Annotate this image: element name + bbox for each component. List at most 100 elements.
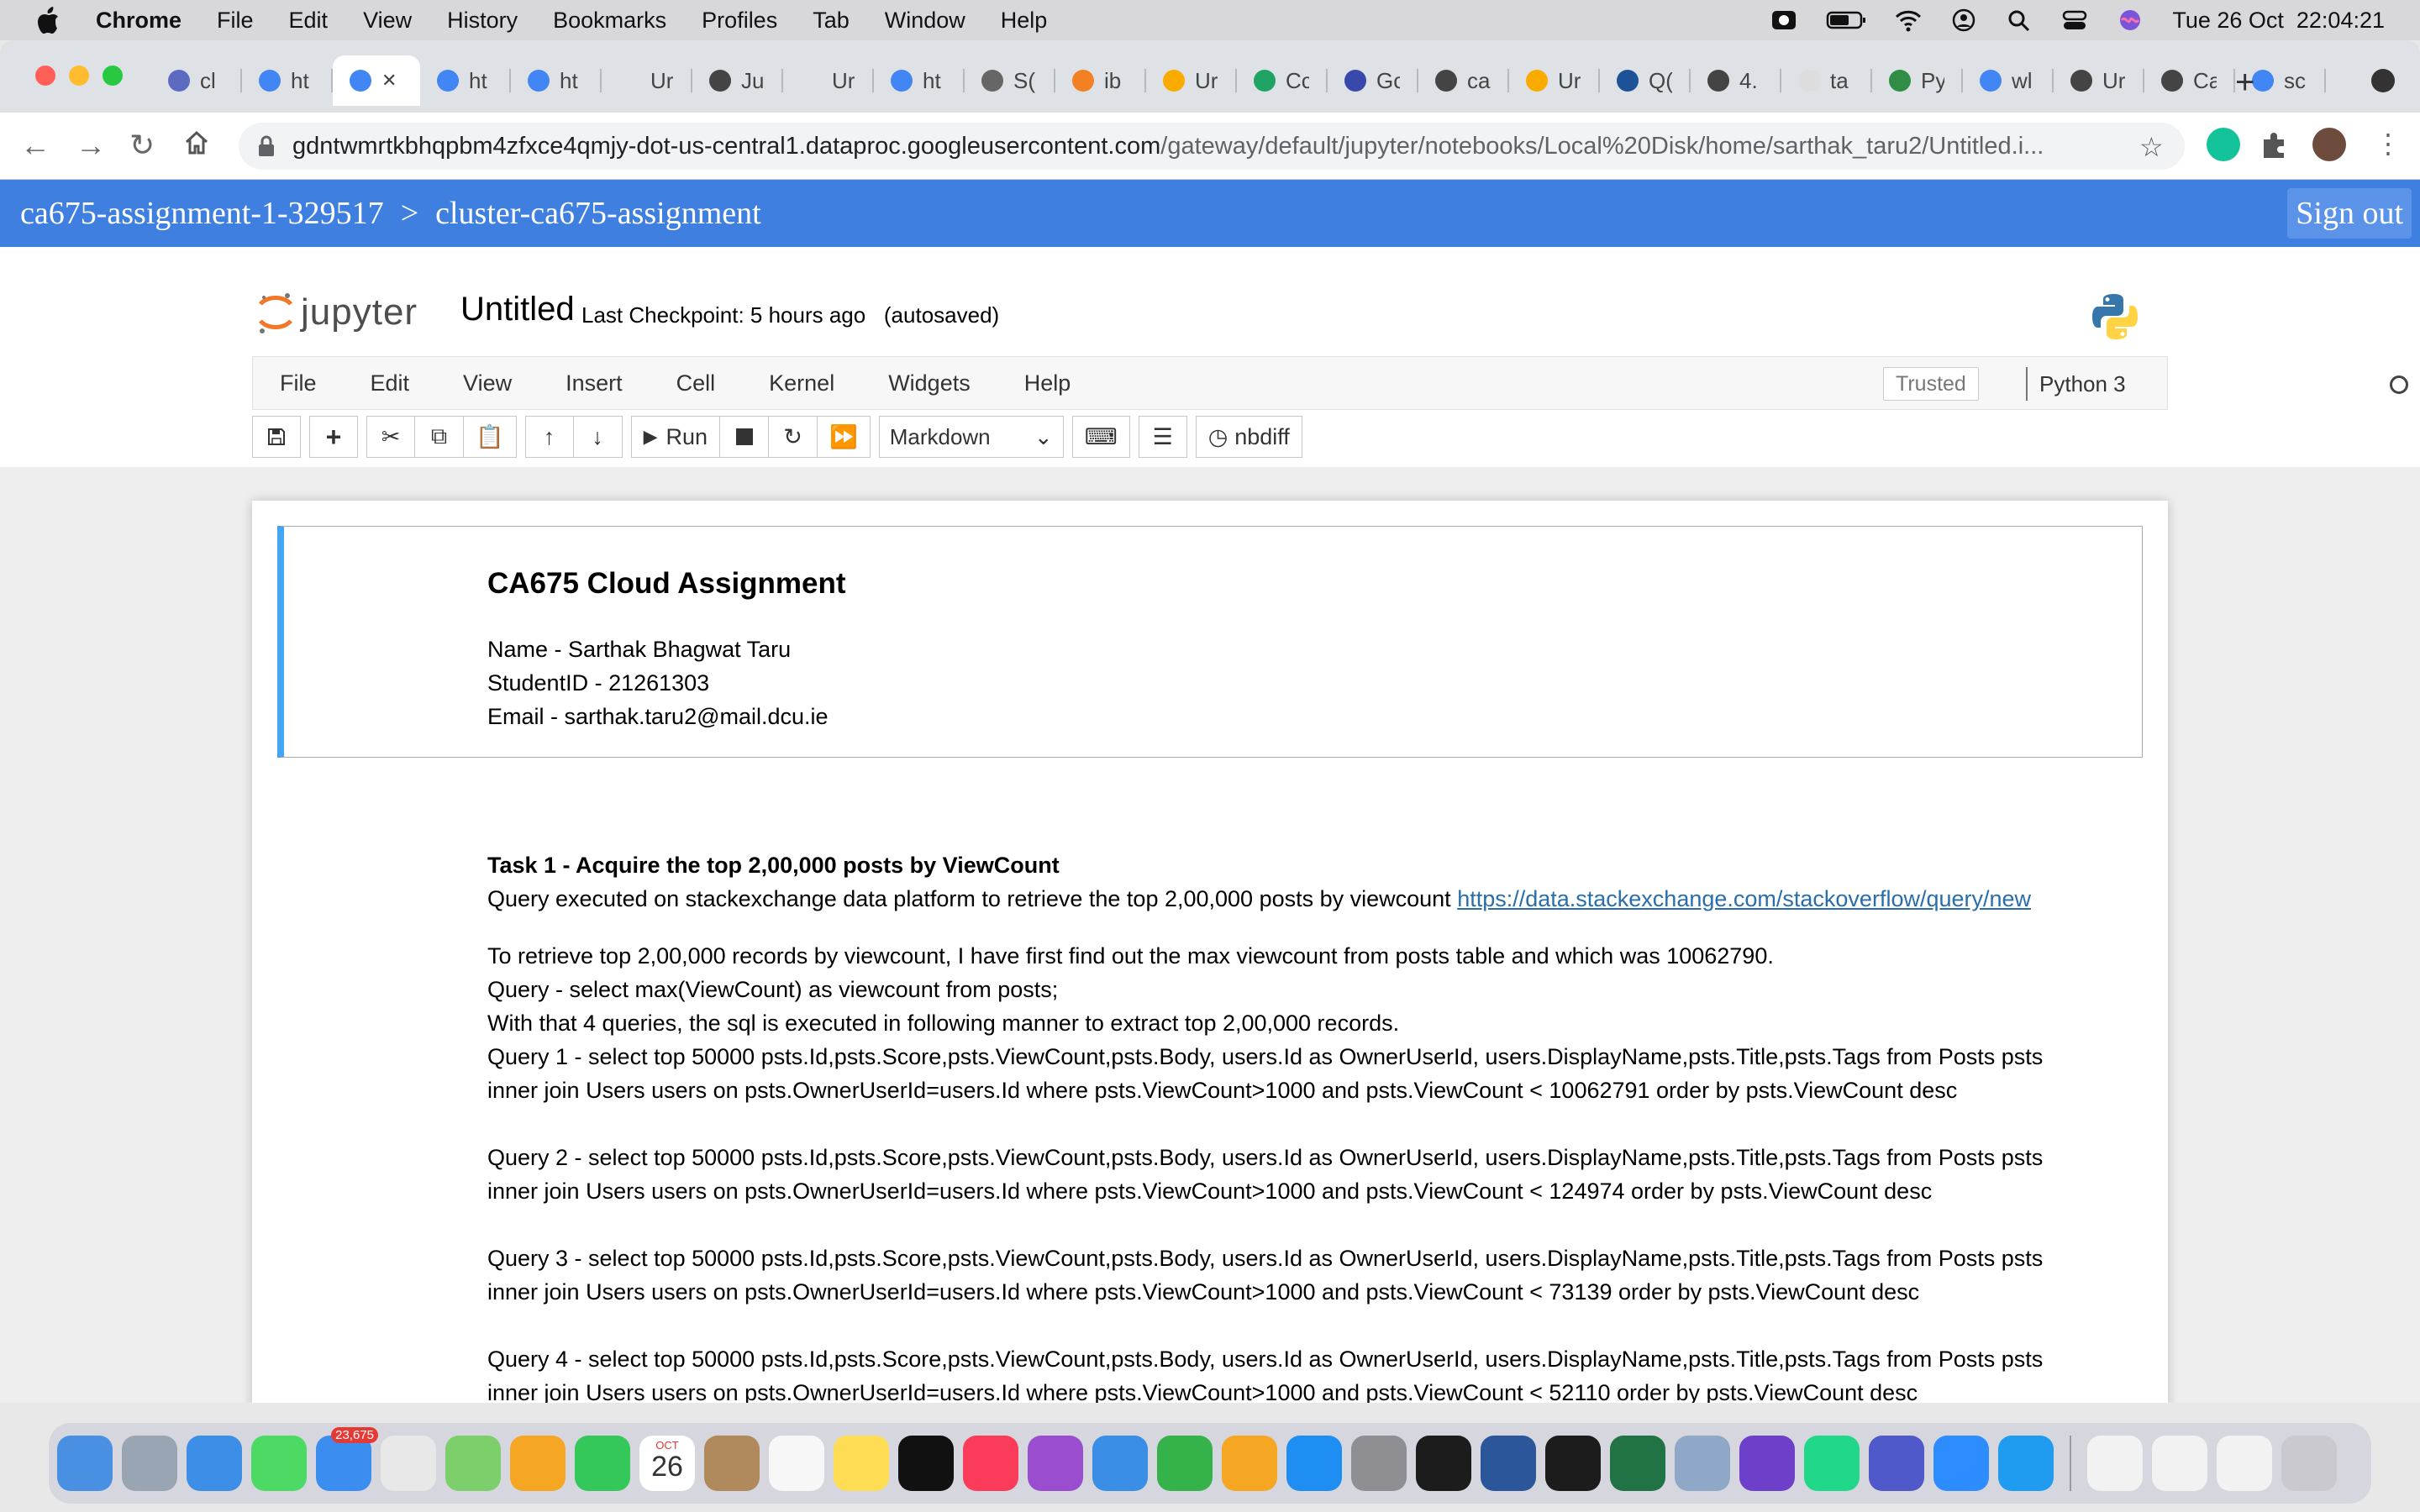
nbdiff-button[interactable]: ◷ nbdiff bbox=[1195, 416, 1302, 458]
calendar-icon[interactable]: OCT 26 bbox=[639, 1436, 695, 1491]
messages-icon[interactable] bbox=[251, 1436, 307, 1491]
preview-icon[interactable] bbox=[1675, 1436, 1730, 1491]
apple-icon[interactable] bbox=[35, 6, 60, 34]
forward-icon[interactable]: → bbox=[76, 128, 106, 163]
menu-tab[interactable]: Tab bbox=[813, 8, 850, 34]
browser-tab[interactable]: ht bbox=[874, 55, 965, 106]
browser-tab[interactable]: Ur bbox=[1509, 55, 1600, 106]
browser-tab[interactable]: Py bbox=[1872, 55, 1963, 106]
safari-icon[interactable] bbox=[187, 1436, 242, 1491]
notes-icon[interactable] bbox=[834, 1436, 889, 1491]
menu-file[interactable]: File bbox=[217, 8, 254, 34]
browser-tab[interactable]: ta bbox=[1781, 55, 1872, 106]
browser-tab[interactable]: Ur bbox=[2054, 55, 2144, 106]
pycharm-icon[interactable] bbox=[1804, 1436, 1860, 1491]
close-window-button[interactable] bbox=[35, 66, 55, 86]
menu-help[interactable]: Help bbox=[1001, 8, 1048, 34]
project-breadcrumb[interactable]: ca675-assignment-1-329517 bbox=[20, 195, 384, 232]
screen-record-icon[interactable] bbox=[1770, 8, 1797, 33]
minimize-window-button[interactable] bbox=[69, 66, 89, 86]
spotlight-icon[interactable] bbox=[2006, 8, 2033, 33]
browser-tab[interactable]: ib bbox=[1055, 55, 1146, 106]
user-icon[interactable] bbox=[1950, 8, 1977, 33]
jmenu-view[interactable]: View bbox=[436, 370, 539, 396]
bookmark-star-icon[interactable]: ☆ bbox=[2139, 131, 2164, 163]
numbers-icon[interactable] bbox=[1157, 1436, 1213, 1491]
insert-cell-icon[interactable]: + bbox=[309, 416, 358, 458]
siri-icon[interactable] bbox=[2117, 8, 2144, 33]
browser-tab[interactable]: Ju bbox=[692, 55, 783, 106]
cell-type-select[interactable]: Markdown ⌄ bbox=[878, 416, 1064, 458]
menu-bookmarks[interactable]: Bookmarks bbox=[553, 8, 666, 34]
music-icon[interactable] bbox=[963, 1436, 1018, 1491]
browser-tab[interactable]: Ur bbox=[783, 55, 874, 106]
browser-tab[interactable]: ht bbox=[242, 55, 333, 106]
close-tab-icon[interactable]: ✕ bbox=[381, 70, 397, 92]
appstore-icon[interactable] bbox=[1286, 1436, 1342, 1491]
chrome-icon[interactable] bbox=[381, 1436, 436, 1491]
menu-history[interactable]: History bbox=[447, 8, 518, 34]
wifi-icon[interactable] bbox=[1895, 8, 1922, 33]
jmenu-help[interactable]: Help bbox=[997, 370, 1098, 396]
menu-profiles[interactable]: Profiles bbox=[702, 8, 777, 34]
document-icon[interactable] bbox=[2152, 1436, 2207, 1491]
github-icon[interactable] bbox=[1739, 1436, 1795, 1491]
run-button[interactable]: ▶ Run bbox=[630, 416, 721, 458]
settings-icon[interactable] bbox=[1351, 1436, 1407, 1491]
keyboard-icon[interactable]: ⌨ bbox=[1071, 416, 1130, 458]
cluster-breadcrumb[interactable]: cluster-ca675-assignment bbox=[435, 195, 761, 232]
menu-window[interactable]: Window bbox=[885, 8, 965, 34]
browser-tab[interactable]: Q( bbox=[1600, 55, 1691, 106]
browser-tab[interactable]: ca bbox=[1418, 55, 1509, 106]
launchpad-icon[interactable] bbox=[122, 1436, 177, 1491]
markdown-cell-selected[interactable]: CA675 Cloud Assignment Name - Sarthak Bh… bbox=[277, 526, 2143, 758]
tab-search-button[interactable] bbox=[2371, 69, 2395, 92]
document-icon[interactable] bbox=[2217, 1436, 2272, 1491]
jmenu-insert[interactable]: Insert bbox=[539, 370, 650, 396]
zoom-icon[interactable] bbox=[1933, 1436, 1989, 1491]
activity-icon[interactable] bbox=[1545, 1436, 1601, 1491]
teams-icon[interactable] bbox=[1869, 1436, 1924, 1491]
jmenu-edit[interactable]: Edit bbox=[344, 370, 437, 396]
grammarly-icon[interactable] bbox=[2207, 128, 2240, 161]
menu-edit[interactable]: Edit bbox=[289, 8, 329, 34]
address-bar[interactable]: gdntwmrtkbhqpbm4zfxce4qmjy-dot-us-centra… bbox=[239, 123, 2185, 170]
jmenu-widgets[interactable]: Widgets bbox=[861, 370, 997, 396]
new-tab-button[interactable]: + bbox=[2235, 64, 2254, 102]
vscode-icon[interactable] bbox=[1998, 1436, 2054, 1491]
lock-icon[interactable] bbox=[257, 135, 276, 157]
browser-tab[interactable]: cl bbox=[151, 55, 242, 106]
browser-tab[interactable]: Ur bbox=[602, 55, 692, 106]
back-icon[interactable]: ← bbox=[20, 128, 50, 163]
appletv-icon[interactable] bbox=[898, 1436, 954, 1491]
browser-tab[interactable]: 4. bbox=[1691, 55, 1781, 106]
browser-tab[interactable]: Gc bbox=[1328, 55, 1418, 106]
move-up-icon[interactable]: ↑ bbox=[524, 416, 574, 458]
browser-tab[interactable]: ht bbox=[420, 55, 511, 106]
browser-tab[interactable]: S( bbox=[965, 55, 1055, 106]
jmenu-file[interactable]: File bbox=[253, 370, 344, 396]
facetime-icon[interactable] bbox=[575, 1436, 630, 1491]
finder-icon[interactable] bbox=[57, 1436, 113, 1491]
paste-icon[interactable]: 📋 bbox=[464, 416, 517, 458]
control-center-icon[interactable] bbox=[2061, 8, 2088, 33]
browser-tab[interactable]: Cc bbox=[1237, 55, 1328, 106]
trash-icon[interactable] bbox=[2281, 1436, 2337, 1491]
word-icon[interactable] bbox=[1481, 1436, 1536, 1491]
menu-app-name[interactable]: Chrome bbox=[96, 8, 182, 34]
query-link[interactable]: https://data.stackexchange.com/stackover… bbox=[1457, 886, 2031, 911]
terminal-icon[interactable] bbox=[1416, 1436, 1471, 1491]
tab-active[interactable]: ✕ bbox=[333, 55, 420, 106]
browser-tab[interactable]: wl bbox=[1963, 55, 2054, 106]
extensions-puzzle-icon[interactable] bbox=[2257, 128, 2291, 161]
menu-view[interactable]: View bbox=[363, 8, 412, 34]
document-icon[interactable] bbox=[2087, 1436, 2143, 1491]
reload-icon[interactable]: ↻ bbox=[129, 128, 155, 163]
browser-tab[interactable]: ht bbox=[511, 55, 602, 106]
interrupt-icon[interactable] bbox=[720, 416, 770, 458]
zoom-window-button[interactable] bbox=[103, 66, 123, 86]
battery-icon[interactable] bbox=[1826, 8, 1866, 33]
pages-icon[interactable] bbox=[1222, 1436, 1277, 1491]
browser-tab[interactable]: Ca bbox=[2144, 55, 2235, 106]
profile-avatar[interactable] bbox=[2312, 128, 2346, 161]
